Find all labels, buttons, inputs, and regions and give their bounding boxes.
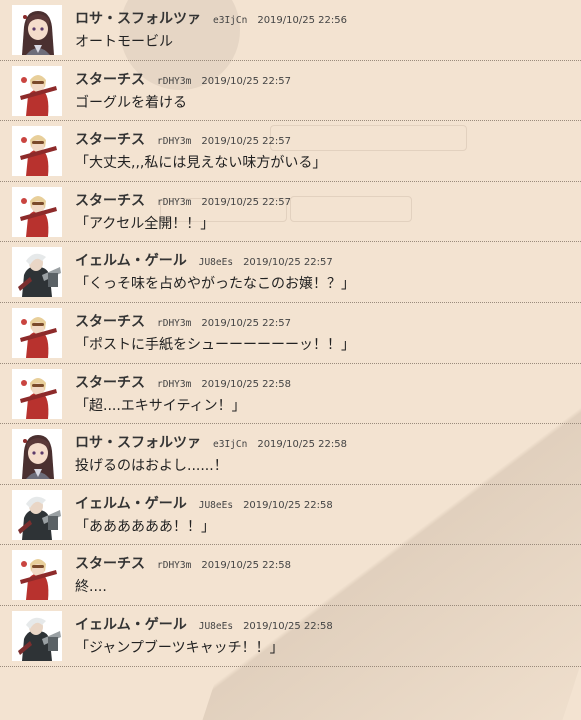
timestamp: 2019/10/25 22:56 xyxy=(257,15,347,26)
timestamp: 2019/10/25 22:58 xyxy=(201,560,291,572)
message-text: 投げるのはおよし......！ xyxy=(75,458,228,475)
sender-name: スターチス xyxy=(75,556,145,573)
sender-id: JU8eEs xyxy=(198,257,234,269)
starchis-avatar[interactable] xyxy=(12,126,62,177)
chat-message: スターチス rDHY3m 2019/10/25 22:57 「大丈夫,,,私には見え… xyxy=(0,121,581,182)
chat-message: イェルム・ゲール JU8eEs 2019/10/25 22:57 「くっそ味を占めや… xyxy=(0,242,581,303)
timestamp: 2019/10/25 22:57 xyxy=(201,196,291,208)
sender-id: rDHY3m xyxy=(157,75,192,87)
sender-name: スターチス xyxy=(75,192,145,209)
timestamp: 2019/10/25 22:58 xyxy=(201,378,291,390)
sender-name: スターチス xyxy=(75,374,145,391)
message-text: 「くっそ味を占めやがったなこのお嬢！？」 xyxy=(75,276,355,293)
timestamp: 2019/10/25 22:57 xyxy=(201,317,291,329)
starchis-avatar[interactable] xyxy=(12,368,62,419)
message-text: 「ポストに手紙をシューーーーーーッ！！」 xyxy=(75,336,355,353)
message-text: ゴーグルを着ける xyxy=(75,94,187,111)
sender-id: JU8eEs xyxy=(198,620,234,632)
sender-id: e3IjCn xyxy=(213,439,248,451)
chat-log[interactable]: ロサ・スフォルツァ e3IjCn 2019/10/25 22:56 オートモービル … xyxy=(0,0,581,667)
chat-message: ロサ・スフォルツァ e3IjCn 2019/10/25 22:58 投げるのはおよし… xyxy=(0,424,581,485)
sender-id: e3IjCn xyxy=(213,15,248,26)
timestamp: 2019/10/25 22:58 xyxy=(243,499,333,511)
message-text: 「ジャンプブーツキャッチ！！」 xyxy=(75,639,284,656)
rosa-avatar[interactable] xyxy=(12,5,62,55)
ielm-avatar[interactable] xyxy=(12,247,62,298)
ielm-avatar[interactable] xyxy=(12,610,62,661)
message-text: 「ああああああ！！」 xyxy=(75,518,215,535)
sender-id: JU8eEs xyxy=(198,499,234,511)
starchis-avatar[interactable] xyxy=(12,307,62,358)
starchis-avatar[interactable] xyxy=(12,550,62,601)
starchis-avatar[interactable] xyxy=(12,186,62,237)
ielm-avatar[interactable] xyxy=(12,489,62,540)
chat-message: スターチス rDHY3m 2019/10/25 22:58 終.... xyxy=(0,545,581,606)
timestamp: 2019/10/25 22:57 xyxy=(201,75,291,87)
rosa-avatar[interactable] xyxy=(12,429,62,480)
sender-name: イェルム・ゲール xyxy=(75,253,187,270)
chat-message: スターチス rDHY3m 2019/10/25 22:57 ゴーグルを着ける xyxy=(0,61,581,122)
sender-id: rDHY3m xyxy=(157,136,192,148)
chat-message: ロサ・スフォルツァ e3IjCn 2019/10/25 22:56 オートモービル xyxy=(0,0,581,61)
chat-message: イェルム・ゲール JU8eEs 2019/10/25 22:58 「ジャンプブーツキ… xyxy=(0,606,581,667)
message-text: オートモービル xyxy=(75,34,173,50)
message-text: 終.... xyxy=(75,579,107,596)
sender-name: スターチス xyxy=(75,313,145,330)
sender-name: スターチス xyxy=(75,71,145,88)
chat-message: スターチス rDHY3m 2019/10/25 22:57 「ポストに手紙をシューー… xyxy=(0,303,581,364)
starchis-avatar[interactable] xyxy=(12,65,62,116)
timestamp: 2019/10/25 22:58 xyxy=(257,439,347,451)
sender-name: イェルム・ゲール xyxy=(75,616,187,633)
sender-name: イェルム・ゲール xyxy=(75,495,187,512)
timestamp: 2019/10/25 22:57 xyxy=(201,136,291,148)
chat-message: イェルム・ゲール JU8eEs 2019/10/25 22:58 「ああああああ！！… xyxy=(0,485,581,546)
chat-message: スターチス rDHY3m 2019/10/25 22:58 「超....エキサイティ… xyxy=(0,364,581,425)
message-text: 「超....エキサイティン！」 xyxy=(75,397,246,414)
message-text: 「大丈夫,,,私には見えない味方がいる」 xyxy=(75,155,327,172)
sender-name: ロサ・スフォルツァ xyxy=(75,435,201,452)
message-text: 「アクセル全開！！」 xyxy=(75,215,215,232)
sender-id: rDHY3m xyxy=(157,378,192,390)
sender-id: rDHY3m xyxy=(157,196,192,208)
chat-message: スターチス rDHY3m 2019/10/25 22:57 「アクセル全開！！」 xyxy=(0,182,581,243)
sender-name: ロサ・スフォルツァ xyxy=(75,11,201,27)
sender-name: スターチス xyxy=(75,132,145,149)
sender-id: rDHY3m xyxy=(157,317,192,329)
timestamp: 2019/10/25 22:58 xyxy=(243,620,333,632)
timestamp: 2019/10/25 22:57 xyxy=(243,257,333,269)
sender-id: rDHY3m xyxy=(157,560,192,572)
